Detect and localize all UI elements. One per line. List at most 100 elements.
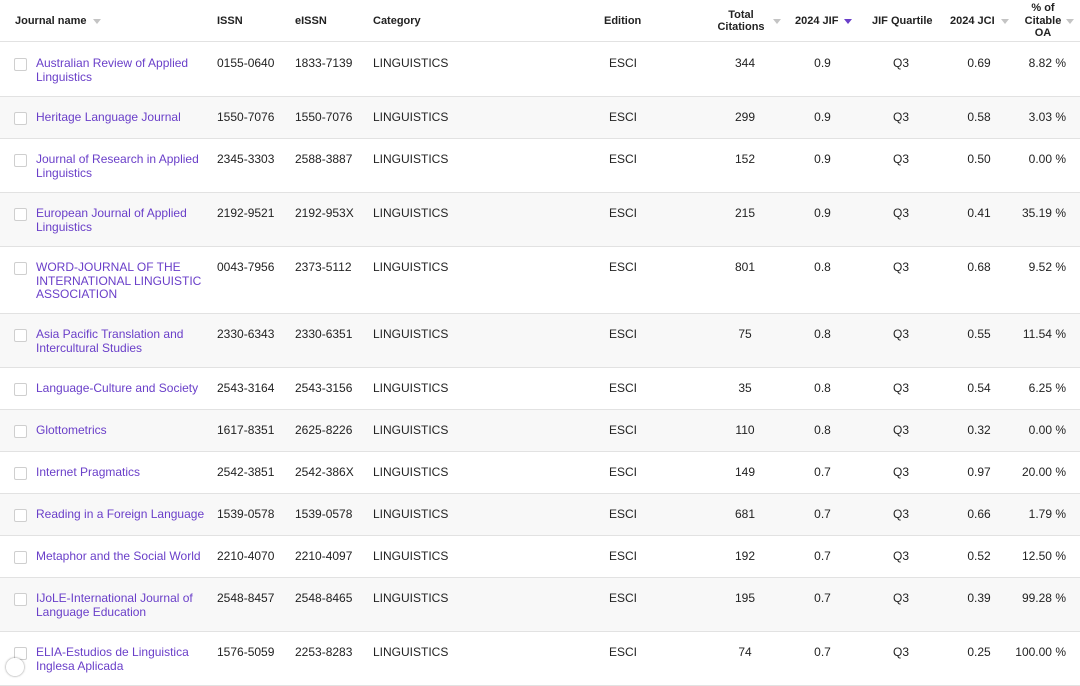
col-journal-name[interactable]: Journal name	[15, 0, 210, 42]
cell-category: LINGUISTICS	[373, 327, 449, 341]
table-row[interactable]: Glottometrics 1617-8351 2625-8226 LINGUISTI…	[0, 410, 1080, 452]
journal-name-link[interactable]: Australian Review of Applied Linguistics	[36, 56, 208, 84]
col-2024-jif[interactable]: 2024 JIF	[795, 0, 855, 42]
cell-jif-quartile: Q3	[892, 260, 909, 274]
cell-citable-oa: 0.00 %	[1028, 423, 1066, 437]
col-issn[interactable]: ISSN	[217, 0, 287, 42]
cell-total-citations: 35	[738, 381, 752, 395]
table-header: Journal name ISSN eISSN Category Edition…	[0, 0, 1080, 42]
journal-name-link[interactable]: IJoLE-International Journal of Language …	[36, 591, 208, 619]
table-row[interactable]: Reading in a Foreign Language 1539-0578 15…	[0, 494, 1080, 536]
col-total-citations[interactable]: Total Citations	[708, 0, 788, 42]
cell-2024-jif: 0.8	[814, 381, 831, 395]
journal-name-link[interactable]: ELIA-Estudios de Linguistica Inglesa Apl…	[36, 645, 208, 673]
table-row[interactable]: Internet Pragmatics 2542-3851 2542-386X LIN…	[0, 452, 1080, 494]
col-total-citations-label: Total Citations	[717, 8, 765, 34]
row-select-checkbox[interactable]	[14, 551, 27, 564]
journal-name-link[interactable]: Internet Pragmatics	[36, 465, 208, 480]
table-row[interactable]: WORD-JOURNAL OF THE INTERNATIONAL LINGUI…	[0, 247, 1080, 314]
table-row[interactable]: Asia Pacific Translation and Intercultur…	[0, 314, 1080, 368]
row-select-checkbox[interactable]	[14, 509, 27, 522]
table-row[interactable]: Language-Culture and Society 2543-3164 254…	[0, 368, 1080, 410]
cell-2024-jif: 0.7	[814, 507, 831, 521]
row-select-checkbox[interactable]	[14, 58, 27, 71]
row-select-checkbox[interactable]	[14, 154, 27, 167]
col-category[interactable]: Category	[373, 0, 493, 42]
col-citable-oa-label: % of Citable OA	[1024, 2, 1062, 40]
cell-citable-oa: 12.50 %	[1021, 549, 1066, 563]
cell-citable-oa: 0.00 %	[1028, 152, 1066, 166]
sort-caret-active-icon[interactable]	[844, 18, 853, 24]
cell-jif-quartile: Q3	[892, 465, 909, 479]
cell-eissn: 2192-953X	[295, 206, 354, 220]
journal-name-link[interactable]: Heritage Language Journal	[36, 110, 208, 125]
cell-issn: 0155-0640	[217, 56, 275, 70]
cell-jif-quartile: Q3	[892, 206, 909, 220]
col-citable-oa[interactable]: % of Citable OA	[1016, 0, 1080, 42]
journal-name-link[interactable]: European Journal of Applied Linguistics	[36, 206, 208, 234]
table-row[interactable]: Journal of Research in Applied Linguisti…	[0, 139, 1080, 193]
col-issn-label: ISSN	[217, 14, 243, 27]
journal-name-link[interactable]: Asia Pacific Translation and Intercultur…	[36, 327, 208, 355]
table-row[interactable]: IJoLE-International Journal of Language …	[0, 578, 1080, 632]
col-journal-name-label: Journal name	[15, 14, 87, 27]
sort-caret-icon[interactable]	[773, 18, 781, 24]
cell-total-citations: 801	[734, 260, 756, 274]
row-select-checkbox[interactable]	[14, 425, 27, 438]
table-row[interactable]: European Journal of Applied Linguistics 2…	[0, 193, 1080, 247]
cell-jif-quartile: Q3	[892, 110, 909, 124]
cell-citable-oa: 3.03 %	[1028, 110, 1066, 124]
row-select-checkbox[interactable]	[14, 112, 27, 125]
cell-eissn: 1539-0578	[295, 507, 353, 521]
cell-category: LINGUISTICS	[373, 152, 449, 166]
row-select-checkbox[interactable]	[14, 593, 27, 606]
col-jif-quartile-label: JIF Quartile	[872, 14, 933, 27]
cell-jif-quartile: Q3	[892, 56, 909, 70]
col-2024-jif-label: 2024 JIF	[795, 14, 839, 27]
cell-total-citations: 74	[738, 645, 752, 659]
journal-name-link[interactable]: Language-Culture and Society	[36, 381, 208, 396]
journal-name-link[interactable]: WORD-JOURNAL OF THE INTERNATIONAL LINGUI…	[36, 260, 208, 302]
cell-eissn: 2210-4097	[295, 549, 353, 563]
cell-jif-quartile: Q3	[892, 645, 909, 659]
sort-caret-icon[interactable]	[1066, 18, 1074, 24]
table-row[interactable]: Heritage Language Journal 1550-7076 1550-7…	[0, 97, 1080, 139]
cell-2024-jci: 0.41	[967, 206, 991, 220]
cell-2024-jif: 0.9	[814, 56, 831, 70]
row-select-checkbox[interactable]	[14, 467, 27, 480]
cell-citable-oa: 35.19 %	[1021, 206, 1066, 220]
cell-2024-jif: 0.7	[814, 465, 831, 479]
cell-category: LINGUISTICS	[373, 645, 449, 659]
journal-name-link[interactable]: Journal of Research in Applied Linguisti…	[36, 152, 208, 180]
journal-name-link[interactable]: Glottometrics	[36, 423, 208, 438]
cell-2024-jif: 0.7	[814, 591, 831, 605]
cell-jif-quartile: Q3	[892, 327, 909, 341]
table-row[interactable]: Metaphor and the Social World 2210-4070 22…	[0, 536, 1080, 578]
cell-category: LINGUISTICS	[373, 260, 449, 274]
cell-citable-oa: 20.00 %	[1021, 465, 1066, 479]
col-jif-quartile[interactable]: JIF Quartile	[872, 0, 942, 42]
cell-issn: 1539-0578	[217, 507, 275, 521]
table-row[interactable]: ELIA-Estudios de Linguistica Inglesa Apl…	[0, 632, 1080, 686]
table-row[interactable]: Australian Review of Applied Linguistics…	[0, 43, 1080, 97]
row-select-checkbox[interactable]	[14, 208, 27, 221]
col-edition[interactable]: Edition	[604, 0, 664, 42]
cell-citable-oa: 8.82 %	[1028, 56, 1066, 70]
row-select-checkbox[interactable]	[14, 383, 27, 396]
journal-name-link[interactable]: Metaphor and the Social World	[36, 549, 208, 564]
cell-edition: ESCI	[608, 206, 637, 220]
col-eissn[interactable]: eISSN	[295, 0, 365, 42]
row-select-checkbox[interactable]	[14, 329, 27, 342]
cell-2024-jci: 0.69	[967, 56, 991, 70]
cell-issn: 1550-7076	[217, 110, 275, 124]
row-select-checkbox[interactable]	[14, 647, 27, 660]
journal-name-link[interactable]: Reading in a Foreign Language	[36, 507, 208, 522]
col-2024-jci[interactable]: 2024 JCI	[950, 0, 1012, 42]
sort-caret-icon[interactable]	[1000, 18, 1009, 24]
cell-total-citations: 344	[734, 56, 756, 70]
cell-edition: ESCI	[608, 56, 637, 70]
cell-category: LINGUISTICS	[373, 507, 449, 521]
col-2024-jci-label: 2024 JCI	[950, 14, 995, 27]
row-select-checkbox[interactable]	[14, 262, 27, 275]
sort-caret-icon[interactable]	[92, 18, 101, 24]
